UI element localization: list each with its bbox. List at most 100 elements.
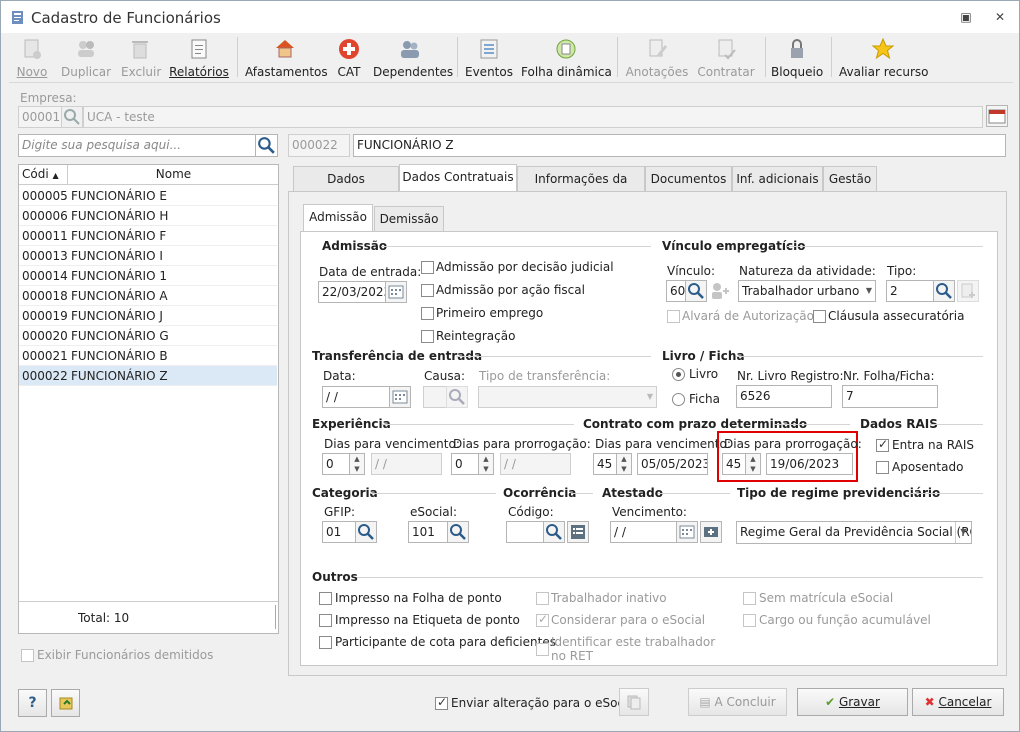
col-name-header[interactable]: Nome <box>69 167 278 181</box>
calendar-button[interactable] <box>986 105 1008 127</box>
trabalhador-inativo-checkbox[interactable] <box>536 592 549 605</box>
empresa-search-button[interactable] <box>61 106 83 128</box>
transf-calendar-button[interactable] <box>389 386 411 408</box>
atestado-calendar-button[interactable] <box>676 521 698 543</box>
alvara-checkbox[interactable] <box>667 310 680 323</box>
show-dismissed-checkbox[interactable] <box>21 649 34 662</box>
vinculo-search-button[interactable] <box>685 280 707 302</box>
vinculo-field[interactable]: 60 <box>666 280 686 302</box>
causa-search-button[interactable] <box>446 386 468 408</box>
tab-informacoes-folha[interactable]: Informações da folha <box>517 166 645 210</box>
exp-venc-date-field[interactable]: / / <box>371 453 442 475</box>
impresso-folha-checkbox[interactable] <box>319 592 332 605</box>
transf-data-field[interactable]: / / <box>322 386 390 408</box>
clausula-checkbox[interactable] <box>813 310 826 323</box>
table-row[interactable]: 000011 FUNCIONÁRIO F <box>19 226 277 246</box>
duplicar-button[interactable]: Duplicar <box>61 35 111 81</box>
exp-prorr-field[interactable]: 0 <box>451 453 479 475</box>
nr-livro-field[interactable]: 6526 <box>736 385 832 408</box>
esocial-send-button[interactable] <box>619 688 649 716</box>
subtab-demissao[interactable]: Demissão <box>374 206 444 232</box>
atestado-venc-field[interactable]: / / <box>610 521 677 543</box>
cat-button[interactable]: CAT <box>333 35 365 81</box>
primeiro-emprego-checkbox[interactable] <box>421 307 434 320</box>
atestado-add-button[interactable] <box>700 521 722 543</box>
table-row[interactable]: 000021 FUNCIONÁRIO B <box>19 346 277 366</box>
tipo-add-button[interactable] <box>957 280 979 302</box>
exp-prorr-date-field[interactable]: / / <box>500 453 571 475</box>
table-row[interactable]: 000018 FUNCIONÁRIO A <box>19 286 277 306</box>
empresa-code-field[interactable]: 00001 <box>18 106 62 128</box>
admissao-fiscal-checkbox[interactable] <box>421 284 434 297</box>
eventos-button[interactable]: Eventos <box>465 35 513 81</box>
enviar-esocial-checkbox[interactable] <box>435 695 448 710</box>
restore-icon[interactable]: ▣ <box>958 9 974 25</box>
avaliar-recurso-button[interactable]: Avaliar recurso <box>839 35 929 81</box>
relatorios-button[interactable]: Relatórios <box>169 35 229 81</box>
data-entrada-calendar-button[interactable] <box>385 281 407 303</box>
table-row[interactable]: 000020 FUNCIONÁRIO G <box>19 326 277 346</box>
gfip-field[interactable]: 01 <box>322 521 356 543</box>
nr-folha-field[interactable]: 7 <box>842 385 938 408</box>
table-row[interactable]: 000022 FUNCIONÁRIO Z <box>19 366 277 386</box>
table-row[interactable]: 000013 FUNCIONÁRIO I <box>19 246 277 266</box>
tab-dados-cadastrais[interactable]: Dados Cadastrais <box>293 166 399 210</box>
gravar-button[interactable]: ✔ Gravar <box>797 688 908 716</box>
regime-select[interactable]: Regime Geral da Previdência Social (RGP ▼ <box>736 521 972 544</box>
identificar-ret-checkbox[interactable] <box>536 643 549 656</box>
ocorrencia-search-button[interactable] <box>543 521 565 543</box>
table-row[interactable]: 000006 FUNCIONÁRIO H <box>19 206 277 226</box>
export-button[interactable] <box>51 689 80 717</box>
contrato-prorr-spinner[interactable]: ▲ ▼ <box>745 453 761 475</box>
tipo-transferencia-select[interactable]: ▼ <box>478 386 657 408</box>
ficha-radio[interactable] <box>672 393 685 406</box>
esocial-search-button[interactable] <box>447 521 469 543</box>
table-row[interactable]: 000014 FUNCIONÁRIO 1 <box>19 266 277 286</box>
subtab-admissao[interactable]: Admissão <box>303 204 373 232</box>
contrato-prorr-date-field[interactable]: 19/06/2023 <box>766 453 853 475</box>
folha-dinamica-button[interactable]: Folha dinâmica <box>521 35 612 81</box>
empresa-name-field[interactable]: UCA - teste <box>83 106 983 128</box>
tab-dados-contratuais[interactable]: Dados Contratuais <box>399 164 517 192</box>
contrato-prorr-field[interactable]: 45 <box>722 453 746 475</box>
tab-inf-adicionais[interactable]: Inf. adicionais <box>732 166 823 192</box>
anotacoes-button[interactable]: Anotações <box>625 35 689 81</box>
esocial-field[interactable]: 101 <box>408 521 448 543</box>
entra-rais-checkbox[interactable] <box>876 437 889 452</box>
col-code-header[interactable]: Códi ▲ <box>19 165 68 185</box>
search-button[interactable] <box>255 134 278 157</box>
cota-deficientes-checkbox[interactable] <box>319 636 332 649</box>
exp-prorr-spinner[interactable]: ▲ ▼ <box>478 453 494 475</box>
considerar-esocial-checkbox[interactable] <box>536 612 549 627</box>
cancelar-button[interactable]: ✖ Cancelar <box>912 688 1004 716</box>
data-entrada-field[interactable]: 22/03/2023 <box>318 281 386 303</box>
sem-matricula-checkbox[interactable] <box>743 592 756 605</box>
afastamentos-button[interactable]: Afastamentos <box>245 35 328 81</box>
exp-venc-spinner[interactable]: ▲ ▼ <box>349 453 365 475</box>
list-resize-handle[interactable] <box>275 605 276 629</box>
search-input[interactable]: Digite sua pesquisa aqui... <box>18 134 256 157</box>
dependentes-button[interactable]: Dependentes <box>373 35 453 81</box>
causa-field[interactable] <box>423 386 447 408</box>
aposentado-checkbox[interactable] <box>876 461 889 474</box>
table-row[interactable]: 000005 FUNCIONÁRIO E <box>19 186 277 206</box>
ocorrencia-list-button[interactable] <box>567 521 589 543</box>
tipo-search-button[interactable] <box>933 280 955 302</box>
livro-radio[interactable] <box>672 368 685 381</box>
gfip-search-button[interactable] <box>355 521 377 543</box>
contrato-venc-date-field[interactable]: 05/05/2023 <box>637 453 708 475</box>
excluir-button[interactable]: Excluir <box>121 35 161 81</box>
exp-venc-field[interactable]: 0 <box>322 453 350 475</box>
admissao-judicial-checkbox[interactable] <box>421 261 434 274</box>
table-row[interactable]: 000019 FUNCIONÁRIO J <box>19 306 277 326</box>
cargo-acumulavel-checkbox[interactable] <box>743 614 756 627</box>
ocorrencia-codigo-field[interactable] <box>506 521 544 543</box>
impresso-etiqueta-checkbox[interactable] <box>319 614 332 627</box>
reintegracao-checkbox[interactable] <box>421 330 434 343</box>
bloqueio-button[interactable]: Bloqueio <box>771 35 823 81</box>
close-icon[interactable]: ✕ <box>992 9 1008 25</box>
employee-name-field[interactable]: FUNCIONÁRIO Z <box>353 134 1006 157</box>
concluir-button[interactable]: ▤ A Concluir <box>688 688 787 716</box>
tab-gestao[interactable]: Gestão <box>823 166 877 192</box>
add-user-button[interactable] <box>709 280 731 302</box>
